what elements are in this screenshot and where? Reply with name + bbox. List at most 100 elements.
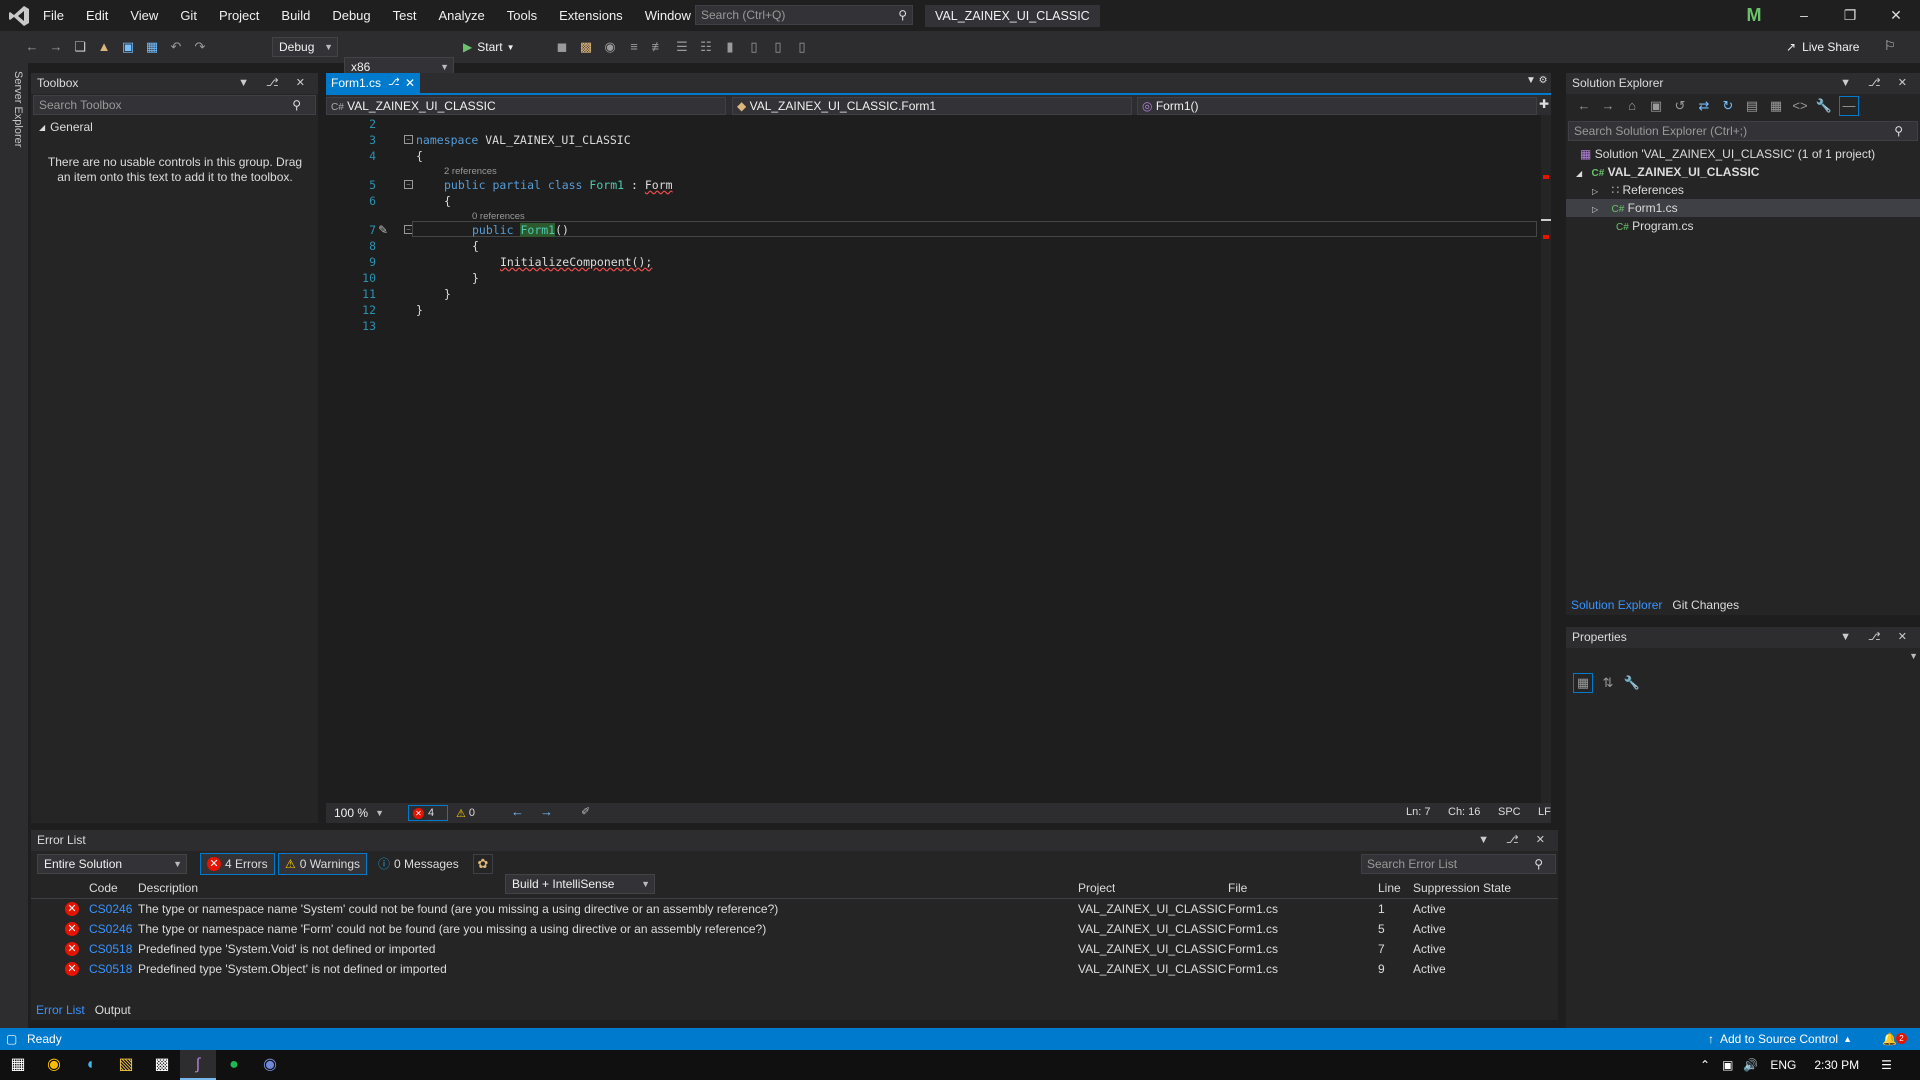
add-to-source-control-button[interactable]: ↑ Add to Source Control ▲ (1708, 1028, 1852, 1050)
visual-studio-icon[interactable]: ∫ (180, 1050, 216, 1080)
table-row[interactable]: ✕ CS0518 Predefined type 'System.Void' i… (31, 939, 1558, 959)
history-icon[interactable]: ↺ (1671, 97, 1689, 115)
zoom-dropdown[interactable]: 100 % ▼ (328, 804, 388, 822)
config-dropdown[interactable]: Debug ▼ (272, 37, 338, 57)
bookmark-prev-icon[interactable]: ▯ (745, 38, 763, 56)
whitespace-indicator[interactable]: SPC (1498, 806, 1521, 818)
global-search-input[interactable]: Search (Ctrl+Q) ⚲ (695, 5, 913, 25)
refresh-icon[interactable]: ↻ (1719, 97, 1737, 115)
toolbox-group-general[interactable]: ◢ General (39, 119, 93, 135)
filter-icon[interactable]: ✿ (473, 854, 493, 874)
panel-controls-icon[interactable]: ▼ ⎇ ✕ (1840, 73, 1914, 94)
tree-project[interactable]: ◢ C# VAL_ZAINEX_UI_CLASSIC (1576, 163, 1759, 181)
split-editor-icon[interactable]: ✚ (1539, 97, 1549, 111)
comment-icon[interactable]: ☰ (673, 38, 691, 56)
error-count-indicator[interactable]: ✕ 4 (408, 805, 448, 821)
line-ending-indicator[interactable]: LF (1538, 806, 1551, 818)
menu-view[interactable]: View (119, 0, 169, 31)
switch-view-icon[interactable]: ▣ (1647, 97, 1665, 115)
code-view-icon[interactable]: <> (1791, 97, 1809, 115)
codelens-references[interactable]: 2 references (444, 166, 497, 177)
toolbox-search-input[interactable]: Search Toolbox ⚲ (33, 95, 316, 115)
step-over-icon[interactable]: ≢ (649, 38, 667, 56)
col-description[interactable]: Description (138, 878, 198, 898)
discord-icon[interactable]: ◉ (252, 1050, 288, 1080)
store-icon[interactable]: ▩ (144, 1050, 180, 1080)
preview-icon[interactable]: — (1839, 96, 1859, 116)
outline-collapse-icon[interactable]: − (404, 180, 413, 189)
action-center-icon[interactable]: ☰ (1881, 1058, 1892, 1072)
nav-project-dropdown[interactable]: C# VAL_ZAINEX_UI_CLASSIC (326, 97, 726, 115)
pin-icon[interactable]: ⎇ (388, 73, 400, 93)
menu-edit[interactable]: Edit (75, 0, 119, 31)
save-all-icon[interactable]: ▦ (143, 38, 161, 56)
tab-git-changes[interactable]: Git Changes (1667, 598, 1744, 612)
home-icon[interactable]: ⌂ (1623, 97, 1641, 115)
messages-filter-button[interactable]: ⓘ 0 Messages (372, 853, 465, 875)
undo-icon[interactable]: ↶ (167, 38, 185, 56)
categorized-icon[interactable]: ▦ (1573, 673, 1593, 693)
edge-icon[interactable]: ◖ (72, 1050, 108, 1080)
folder-icon[interactable]: ▩ (577, 38, 595, 56)
bookmark-next-icon[interactable]: ▯ (769, 38, 787, 56)
back-icon[interactable]: ← (23, 38, 41, 56)
user-avatar[interactable]: M (1743, 4, 1765, 26)
menu-extensions[interactable]: Extensions (548, 0, 634, 31)
nav-back-icon[interactable]: ← (511, 804, 524, 819)
error-code-link[interactable]: CS0246 (89, 899, 132, 919)
nav-forward-icon[interactable]: → (540, 804, 553, 819)
notifications-icon[interactable]: 🔔 (1882, 1028, 1897, 1050)
menu-tools[interactable]: Tools (496, 0, 548, 31)
sync-icon[interactable]: ⇄ (1695, 97, 1713, 115)
tab-form1-cs[interactable]: Form1.cs ⎇ ✕ (326, 73, 420, 93)
col-suppression-state[interactable]: Suppression State (1413, 878, 1511, 898)
char-indicator[interactable]: Ch: 16 (1448, 806, 1480, 818)
menu-build[interactable]: Build (270, 0, 321, 31)
menu-file[interactable]: File (32, 0, 75, 31)
bookmark-clear-icon[interactable]: ▯ (793, 38, 811, 56)
file-explorer-icon[interactable]: ▧ (108, 1050, 144, 1080)
feedback-icon[interactable]: ⚐ (1884, 38, 1896, 54)
close-tab-icon[interactable]: ✕ (405, 73, 415, 93)
menu-analyze[interactable]: Analyze (427, 0, 495, 31)
start-button[interactable]: ▶ Start ▼ (463, 37, 515, 57)
nav-class-dropdown[interactable]: ◆ VAL_ZAINEX_UI_CLASSIC.Form1 (732, 97, 1132, 115)
show-all-files-icon[interactable]: ▦ (1767, 97, 1785, 115)
menu-git[interactable]: Git (169, 0, 208, 31)
collapse-all-icon[interactable]: ▤ (1743, 97, 1761, 115)
tab-error-list[interactable]: Error List (31, 1003, 90, 1017)
volume-icon[interactable]: 🔊 (1743, 1058, 1758, 1072)
forward-icon[interactable]: → (1599, 97, 1617, 115)
windows-start-icon[interactable]: ▦ (0, 1050, 36, 1080)
spotify-icon[interactable]: ● (216, 1050, 252, 1080)
menu-project[interactable]: Project (208, 0, 270, 31)
nav-member-dropdown[interactable]: ◎ Form1() (1137, 97, 1537, 115)
tab-overflow-icon[interactable]: ▼ ⚙ (1526, 75, 1548, 86)
error-code-link[interactable]: CS0518 (89, 939, 132, 959)
code-area[interactable]: 2 3 4 5 6 7 8 9 10 11 12 13 ✎ − − − name… (326, 115, 1541, 803)
tab-output[interactable]: Output (90, 1003, 136, 1017)
table-row[interactable]: ✕ CS0246 The type or namespace name 'For… (31, 919, 1558, 939)
error-code-link[interactable]: CS0518 (89, 959, 132, 979)
tree-program[interactable]: C# Program.cs (1616, 217, 1694, 235)
tree-solution[interactable]: ▦ Solution 'VAL_ZAINEX_UI_CLASSIC' (1 of… (1580, 145, 1875, 163)
step-icon[interactable]: ≡ (625, 38, 643, 56)
error-code-link[interactable]: CS0246 (89, 919, 132, 939)
server-explorer-tab[interactable]: Server Explorer (6, 71, 24, 171)
tree-form1[interactable]: ▷ C# Form1.cs (1566, 199, 1920, 217)
tab-solution-explorer[interactable]: Solution Explorer (1566, 598, 1667, 612)
open-folder-icon[interactable]: ▲ (95, 38, 113, 56)
outline-collapse-icon[interactable]: − (404, 135, 413, 144)
redo-icon[interactable]: ↷ (191, 38, 209, 56)
uncomment-icon[interactable]: ☷ (697, 38, 715, 56)
close-window-icon[interactable]: ✕ (1873, 0, 1919, 31)
warnings-filter-button[interactable]: ⚠ 0 Warnings (278, 853, 368, 875)
property-pages-icon[interactable]: 🔧 (1623, 674, 1641, 692)
new-project-icon[interactable]: ❏ (71, 38, 89, 56)
attach-icon[interactable]: ◼ (553, 38, 571, 56)
scope-dropdown[interactable]: Entire Solution ▼ (37, 854, 187, 874)
forward-icon[interactable]: → (47, 38, 65, 56)
vertical-scrollbar[interactable] (1541, 115, 1551, 803)
bookmark-icon[interactable]: ▮ (721, 38, 739, 56)
menu-debug[interactable]: Debug (321, 0, 381, 31)
